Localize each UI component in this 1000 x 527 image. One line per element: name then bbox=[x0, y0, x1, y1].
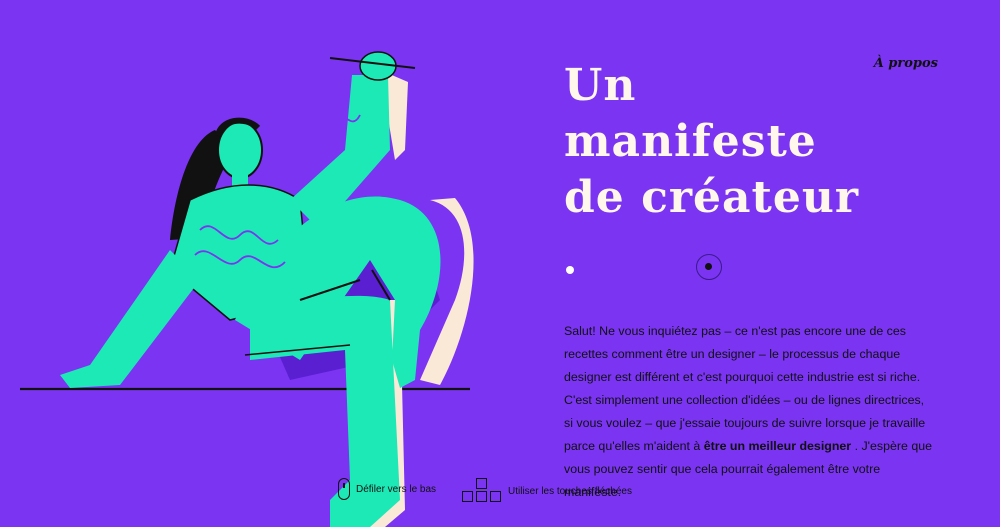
designer-illustration bbox=[20, 51, 474, 527]
intro-highlight: être un meilleur designer bbox=[703, 439, 852, 453]
manifesto-page: À propos Un manifeste de créateur Salut!… bbox=[0, 0, 1000, 527]
arrow-keys-hint: Utiliser les touches fléchées bbox=[462, 478, 632, 504]
page-indicator-dot[interactable] bbox=[566, 266, 574, 274]
arrow-keys-hint-label: Utiliser les touches fléchées bbox=[508, 485, 632, 497]
intro-text-start: Salut! Ne vous inquiétez pas – ce n'est … bbox=[564, 324, 926, 453]
title-line-3: de créateur bbox=[564, 172, 860, 223]
intro-paragraph: Salut! Ne vous inquiétez pas – ce n'est … bbox=[564, 320, 936, 504]
scroll-hint: Défiler vers le bas bbox=[338, 478, 436, 500]
arrow-keys-icon bbox=[462, 478, 502, 504]
title-line-1: Un bbox=[564, 60, 637, 111]
about-link[interactable]: À propos bbox=[874, 56, 938, 71]
page-indicator-active-dot[interactable] bbox=[696, 254, 722, 280]
mouse-icon bbox=[338, 478, 350, 500]
title-line-2: manifeste bbox=[564, 116, 817, 167]
page-title: Un manifeste de créateur bbox=[564, 58, 859, 226]
scroll-hint-label: Défiler vers le bas bbox=[356, 483, 437, 495]
